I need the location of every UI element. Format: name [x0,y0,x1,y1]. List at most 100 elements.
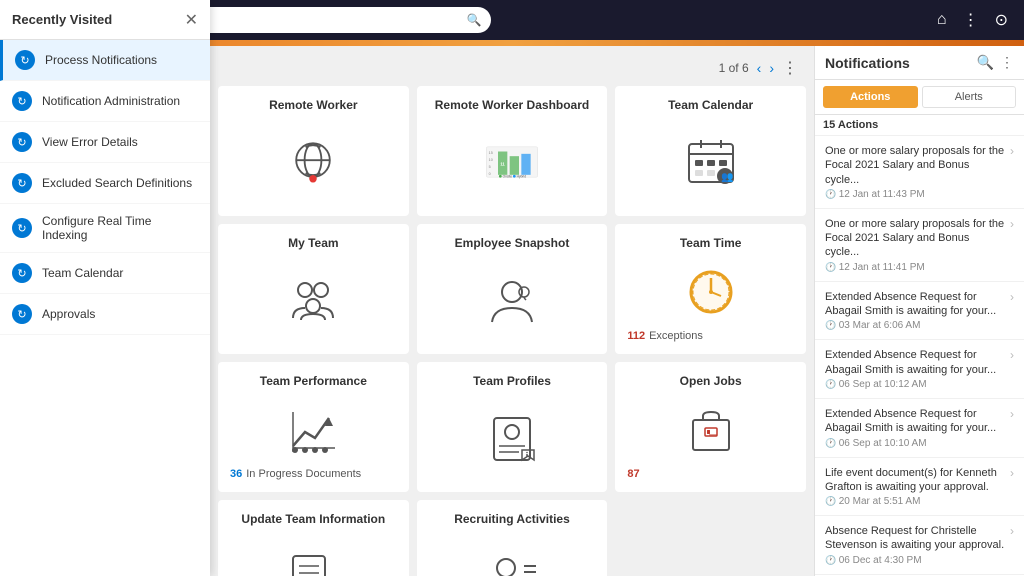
tile-icon [484,534,540,576]
tile-icon [285,534,341,576]
close-icon[interactable]: ✕ [185,10,198,30]
chevron-right-icon: › [1006,290,1014,304]
tile-badge-text: In Progress Documents [246,468,361,480]
notification-time: 12 Jan at 11:43 PM [825,189,1006,200]
notification-time: 03 Mar at 6:06 AM [825,320,1006,331]
recently-visited-title: Recently Visited [12,12,112,27]
notification-content: One or more salary proposals for the Foc… [825,144,1006,200]
chevron-right-icon: › [1006,407,1014,421]
svg-text:0: 0 [489,172,491,176]
main-content: 1 of 6 ‹ › ⋮ Remote Worker Remote Worker… [210,46,814,576]
tile-badge: 36 [230,468,242,480]
notification-item[interactable]: Extended Absence Request for Abagail Smi… [815,282,1024,341]
notification-time: 06 Sep at 10:12 AM [825,379,1006,390]
prev-page-button[interactable]: ‹ [757,60,762,76]
notification-content: Extended Absence Request for Abagail Smi… [825,407,1006,449]
search-icon: 🔍 [466,13,481,27]
recent-icon [12,263,32,283]
recently-visited-item-label: Approvals [42,307,95,321]
notification-item[interactable]: One or more salary proposals for the Foc… [815,209,1024,282]
tab-alerts[interactable]: Alerts [922,86,1017,108]
tile-icon [285,258,341,342]
recently-visited-item[interactable]: Notification Administration [0,81,210,122]
svg-text:5: 5 [489,165,491,169]
tile-employee-snapshot[interactable]: Employee Snapshot [417,224,608,354]
tile-remote-worker-dashboard[interactable]: Remote Worker Dashboard 15 10 5 0 11 Ons… [417,86,608,216]
notification-time: 20 Mar at 5:51 AM [825,496,1006,507]
recently-visited-item[interactable]: Configure Real Time Indexing [0,204,210,253]
recently-visited-item[interactable]: Process Notifications [0,40,210,81]
notification-content: Life event document(s) for Kenneth Graft… [825,466,1006,508]
page-indicator: 1 of 6 [719,61,749,75]
tab-actions[interactable]: Actions [823,86,918,108]
chevron-right-icon: › [1006,348,1014,362]
home-icon[interactable]: ⌂ [931,5,953,35]
tile-my-team[interactable]: My Team [218,224,409,354]
recently-visited-item-label: Excluded Search Definitions [42,176,192,190]
tile-team-time[interactable]: Team Time 112 Exceptions [615,224,806,354]
tile-title: Remote Worker Dashboard [435,98,589,112]
notification-item[interactable]: Life event document(s) for Kenneth Graft… [815,458,1024,517]
tile-team-calendar[interactable]: Team Calendar 👥 [615,86,806,216]
chevron-right-icon: › [1006,524,1014,538]
notifications-count: 15 Actions [815,115,1024,136]
tile-title: Recruiting Activities [454,512,570,526]
notification-time: 12 Jan at 11:41 PM [825,262,1006,273]
tile-icon [484,396,540,480]
recently-visited-item-label: Notification Administration [42,94,180,108]
notification-item[interactable]: Extended Absence Request for Abagail Smi… [815,340,1024,399]
tile-team-profiles[interactable]: Team Profiles [417,362,608,492]
tile-team-performance[interactable]: Team Performance 36 In Progress Document… [218,362,409,492]
notification-content: One or more salary proposals for the Foc… [825,217,1006,273]
nav-right-icons: ⌂ ⋮ ⊙ [931,4,1024,36]
recently-visited-item[interactable]: View Error Details [0,122,210,163]
notification-item[interactable]: One or more salary proposals for the Foc… [815,136,1024,209]
recently-visited-item[interactable]: Approvals [0,294,210,335]
tile-title: Open Jobs [680,374,742,388]
recently-visited-item[interactable]: Team Calendar [0,253,210,294]
tile-update-team-information[interactable]: Update Team Information [218,500,409,576]
tile-badge: 87 [627,468,639,480]
tile-icon [683,396,739,464]
recent-icon [12,218,32,238]
svg-text:Hybrid: Hybrid [517,175,527,179]
notifications-list: One or more salary proposals for the Foc… [815,136,1024,576]
notifications-more-icon[interactable]: ⋮ [1000,54,1014,71]
tile-title: Team Time [680,236,742,250]
svg-text:15: 15 [489,151,493,155]
tile-title: Update Team Information [241,512,385,526]
notification-item[interactable]: Extended Absence Request for Abagail Smi… [815,399,1024,458]
notifications-icons: 🔍 ⋮ [977,54,1014,71]
notifications-panel: Notifications 🔍 ⋮ ActionsAlerts 15 Actio… [814,46,1024,576]
recently-visited-panel: Recently Visited ✕ Process Notifications… [0,0,210,576]
tile-remote-worker[interactable]: Remote Worker [218,86,409,216]
chevron-right-icon: › [1006,217,1014,231]
recent-icon [12,173,32,193]
tile-icon [484,258,540,342]
tile-badge: 112 [627,330,645,342]
tile-open-jobs[interactable]: Open Jobs 87 [615,362,806,492]
next-page-button[interactable]: › [769,60,774,76]
pagination-bar: 1 of 6 ‹ › ⋮ [218,54,806,82]
user-icon[interactable]: ⊙ [989,4,1014,36]
recently-visited-item-label: Team Calendar [42,266,123,280]
svg-text:10: 10 [489,158,493,162]
notification-text: Life event document(s) for Kenneth Graft… [825,466,1006,495]
tile-icon [683,258,739,326]
tile-title: Remote Worker [269,98,357,112]
tile-title: My Team [288,236,338,250]
notification-text: One or more salary proposals for the Foc… [825,217,1006,260]
recently-visited-item[interactable]: Excluded Search Definitions [0,163,210,204]
tile-title: Team Calendar [668,98,753,112]
recently-visited-item-label: View Error Details [42,135,138,149]
tile-recruiting-activities[interactable]: Recruiting Activities [417,500,608,576]
more-options-icon[interactable]: ⋮ [957,4,985,36]
recent-icon [15,50,35,70]
notification-content: Extended Absence Request for Abagail Smi… [825,290,1006,332]
notification-item[interactable]: Absence Request for Christelle Stevenson… [815,516,1024,575]
tile-badge-text: Exceptions [649,330,703,342]
more-options-button[interactable]: ⋮ [782,58,798,78]
notification-time: 06 Sep at 10:10 AM [825,438,1006,449]
notifications-search-icon[interactable]: 🔍 [977,54,994,71]
notification-text: Extended Absence Request for Abagail Smi… [825,348,1006,377]
